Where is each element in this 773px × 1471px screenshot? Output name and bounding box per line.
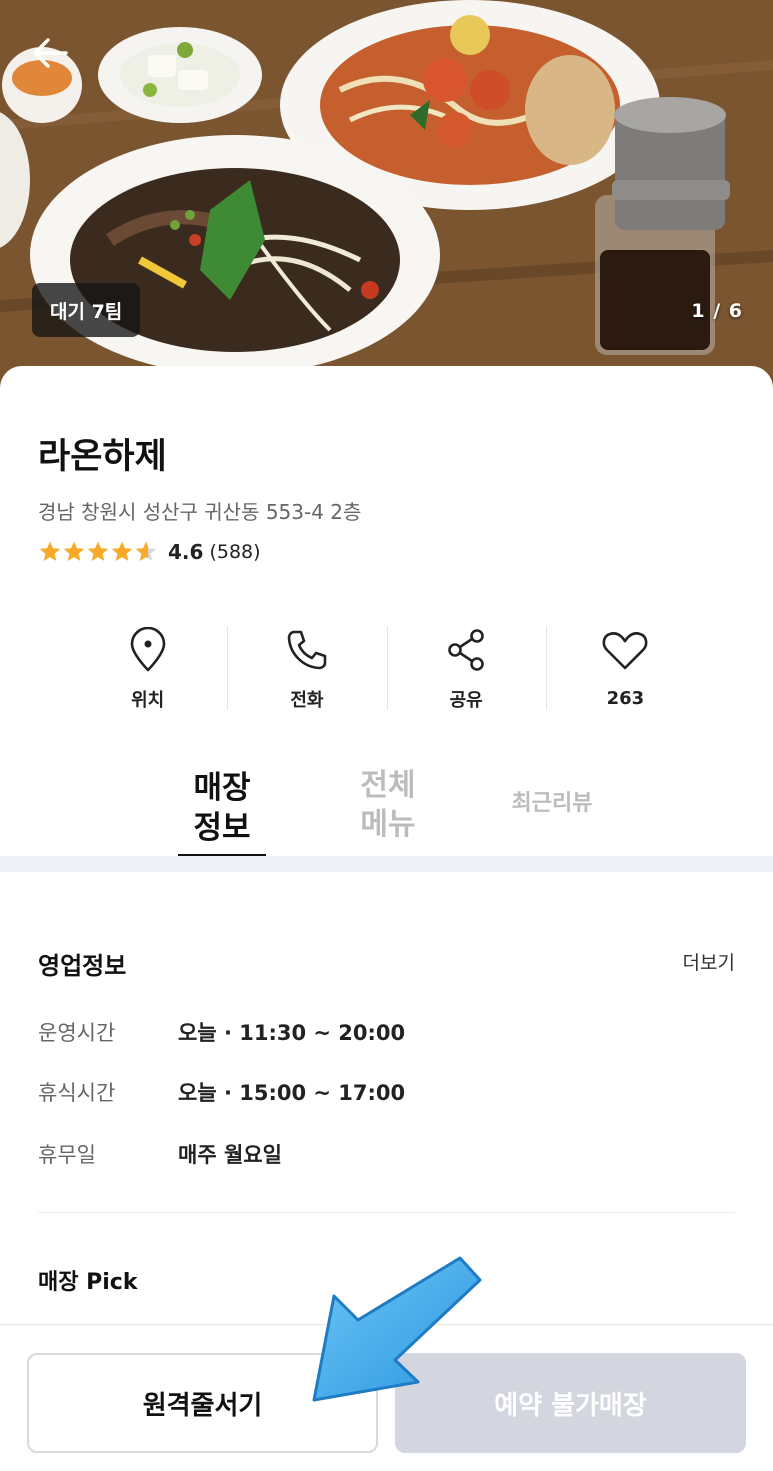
photo-counter: 1 / 6 bbox=[691, 300, 743, 322]
business-info-title: 영업정보 bbox=[38, 952, 127, 980]
reservation-unavailable-button: 예약 불가매장 bbox=[395, 1353, 746, 1453]
store-rating[interactable]: 4.6 (588) bbox=[38, 540, 261, 564]
store-photo-carousel[interactable]: 대기 7팀 1 / 6 bbox=[0, 0, 773, 400]
store-name: 라온하제 bbox=[38, 437, 167, 477]
share-button[interactable]: 공유 bbox=[386, 626, 546, 712]
rating-value: 4.6 bbox=[168, 540, 204, 564]
closed-day-label: 휴무일 bbox=[38, 1143, 96, 1167]
phone-icon bbox=[287, 630, 327, 670]
closed-day-value: 매주 월요일 bbox=[178, 1143, 282, 1167]
closed-day-row: 휴무일 매주 월요일 bbox=[38, 1139, 282, 1169]
back-arrow-icon bbox=[33, 38, 68, 68]
section-divider bbox=[0, 856, 773, 872]
share-icon bbox=[448, 629, 484, 671]
favorite-count: 263 bbox=[606, 688, 645, 709]
share-label: 공유 bbox=[449, 690, 483, 711]
location-label: 위치 bbox=[131, 690, 165, 711]
tab-full-menu-line1: 전체 bbox=[360, 768, 416, 803]
food-photo bbox=[0, 0, 773, 400]
store-address: 경남 창원시 성산구 귀산동 553-4 2층 bbox=[38, 500, 362, 524]
location-pin-icon bbox=[130, 627, 165, 672]
tab-store-info[interactable]: 매장 정보 bbox=[178, 768, 266, 858]
hours-row: 운영시간 오늘 · 11:30 ~ 20:00 bbox=[38, 1017, 405, 1047]
wait-teams-badge: 대기 7팀 bbox=[32, 283, 141, 337]
bottom-action-bar: 원격줄서기 예약 불가매장 bbox=[0, 1324, 773, 1471]
call-button[interactable]: 전화 bbox=[227, 626, 386, 712]
business-info-section: 영업정보 더보기 운영시간 오늘 · 11:30 ~ 20:00 휴식시간 오늘… bbox=[0, 872, 773, 1324]
break-time-row: 휴식시간 오늘 · 15:00 ~ 17:00 bbox=[38, 1077, 405, 1107]
star-icons bbox=[39, 541, 157, 561]
call-label: 전화 bbox=[290, 690, 324, 711]
tab-store-info-line1: 매장 bbox=[193, 770, 251, 806]
more-link[interactable]: 더보기 bbox=[683, 948, 735, 975]
heart-icon bbox=[602, 632, 648, 670]
store-info-sheet: 라온하제 경남 창원시 성산구 귀산동 553-4 2층 4.6 (588) 위… bbox=[0, 366, 773, 858]
location-button[interactable]: 위치 bbox=[68, 626, 227, 712]
break-time-label: 휴식시간 bbox=[38, 1081, 116, 1105]
rating-count: (588) bbox=[209, 541, 261, 563]
remote-queue-button[interactable]: 원격줄서기 bbox=[27, 1353, 378, 1453]
break-time-value: 오늘 · 15:00 ~ 17:00 bbox=[178, 1081, 406, 1105]
tab-full-menu[interactable]: 전체 메뉴 bbox=[350, 766, 426, 844]
tab-recent-reviews[interactable]: 최근리뷰 bbox=[500, 790, 604, 819]
store-tabs: 매장 정보 전체 메뉴 최근리뷰 bbox=[0, 762, 773, 858]
back-button[interactable] bbox=[30, 36, 74, 80]
divider bbox=[38, 1212, 735, 1213]
rating-stars bbox=[38, 540, 158, 564]
store-actions: 위치 전화 공유 263 bbox=[68, 626, 705, 712]
tab-full-menu-line2: 메뉴 bbox=[360, 807, 416, 842]
tab-store-info-line2: 정보 bbox=[193, 810, 251, 847]
store-pick-title: 매장 Pick bbox=[38, 1270, 138, 1295]
hours-value: 오늘 · 11:30 ~ 20:00 bbox=[178, 1021, 406, 1045]
favorite-button[interactable]: 263 bbox=[545, 626, 705, 712]
hours-label: 운영시간 bbox=[38, 1021, 116, 1045]
